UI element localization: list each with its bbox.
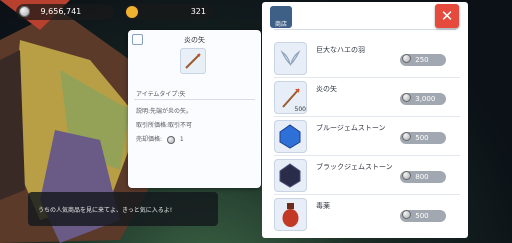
price-value: 500 <box>415 212 429 220</box>
shop-header-tab: 商店 <box>270 6 292 28</box>
fire-arrow-icon: 500 <box>274 81 307 114</box>
zeny-display: 9,656,741 <box>16 4 114 20</box>
price-value: 3,000 <box>415 95 436 103</box>
row-divider <box>274 116 460 117</box>
black-gemstone-icon <box>274 159 307 192</box>
npc-dialog-text: うちの人気商品を見に来てよ、きっと気に入るよ! <box>38 207 173 214</box>
shop-item-row[interactable]: 500 炎の矢 3,000 <box>274 79 460 117</box>
shop-panel: 商店 巨大なハエの羽 250 500 炎の矢 3,000 ブルージェムストーン … <box>262 2 468 238</box>
price-pill: 500 <box>400 210 446 222</box>
close-button[interactable]: ✕ <box>435 4 459 28</box>
tooltip-item-type: アイテムタイプ:矢 <box>136 91 186 98</box>
zeny-coin-icon <box>402 54 411 63</box>
close-icon: ✕ <box>440 7 454 25</box>
sell-price-label: 売却価格: <box>136 136 163 143</box>
zeny-coin-icon <box>166 135 175 144</box>
shop-item-name: 毒薬 <box>316 202 330 210</box>
shop-item-name: 炎の矢 <box>316 85 337 93</box>
price-pill: 250 <box>400 54 446 66</box>
item-count-badge: 500 <box>294 106 306 113</box>
price-value: 800 <box>415 173 429 181</box>
zeny-coin-icon <box>19 6 30 17</box>
tooltip-title: 炎の矢 <box>184 36 205 44</box>
tooltip-description: 説明:先端が炎の矢。 <box>136 108 193 115</box>
zeny-coin-icon <box>402 210 411 219</box>
cash-amount: 321 <box>190 7 206 16</box>
price-pill: 3,000 <box>400 93 446 105</box>
price-value: 500 <box>415 134 429 142</box>
price-value: 250 <box>415 56 429 64</box>
shop-header-label: 商店 <box>274 21 287 28</box>
tooltip-sell-price: 売却価格: 1 <box>136 134 184 144</box>
tooltip-item-icon <box>180 48 206 74</box>
fly-wing-icon <box>274 42 307 75</box>
shop-item-row[interactable]: 巨大なハエの羽 250 <box>274 40 460 78</box>
shop-item-row[interactable]: 毒薬 500 <box>274 196 460 233</box>
game-scene: 9,656,741 321 炎の矢 アイテムタイプ:矢 説明:先端が炎の矢。 取… <box>0 0 512 243</box>
divider <box>134 99 255 100</box>
row-divider <box>274 77 460 78</box>
shop-item-name: ブラックジェムストーン <box>316 163 393 171</box>
shop-item-name: ブルージェムストーン <box>316 124 386 132</box>
poison-bottle-icon <box>274 198 307 231</box>
shop-item-row[interactable]: ブラックジェムストーン 800 <box>274 157 460 195</box>
shop-item-name: 巨大なハエの羽 <box>316 46 365 54</box>
row-divider <box>274 194 460 195</box>
blue-gemstone-icon <box>274 120 307 153</box>
shop-header-divider <box>274 29 456 30</box>
npc-dialog[interactable]: うちの人気商品を見に来てよ、きっと気に入るよ! <box>28 192 218 226</box>
cash-bag-icon <box>126 5 138 18</box>
tooltip-trade-price: 取引所価格:取引不可 <box>136 122 193 129</box>
sell-price-value: 1 <box>179 136 184 143</box>
price-pill: 500 <box>400 132 446 144</box>
zeny-coin-icon <box>402 171 411 180</box>
cash-display: 321 <box>124 4 214 20</box>
zeny-amount: 9,656,741 <box>40 7 82 16</box>
zeny-coin-icon <box>402 93 411 102</box>
price-pill: 800 <box>400 171 446 183</box>
zeny-coin-icon <box>402 132 411 141</box>
shop-item-row[interactable]: ブルージェムストーン 500 <box>274 118 460 156</box>
item-tooltip: 炎の矢 アイテムタイプ:矢 説明:先端が炎の矢。 取引所価格:取引不可 売却価格… <box>128 30 261 188</box>
row-divider <box>274 155 460 156</box>
